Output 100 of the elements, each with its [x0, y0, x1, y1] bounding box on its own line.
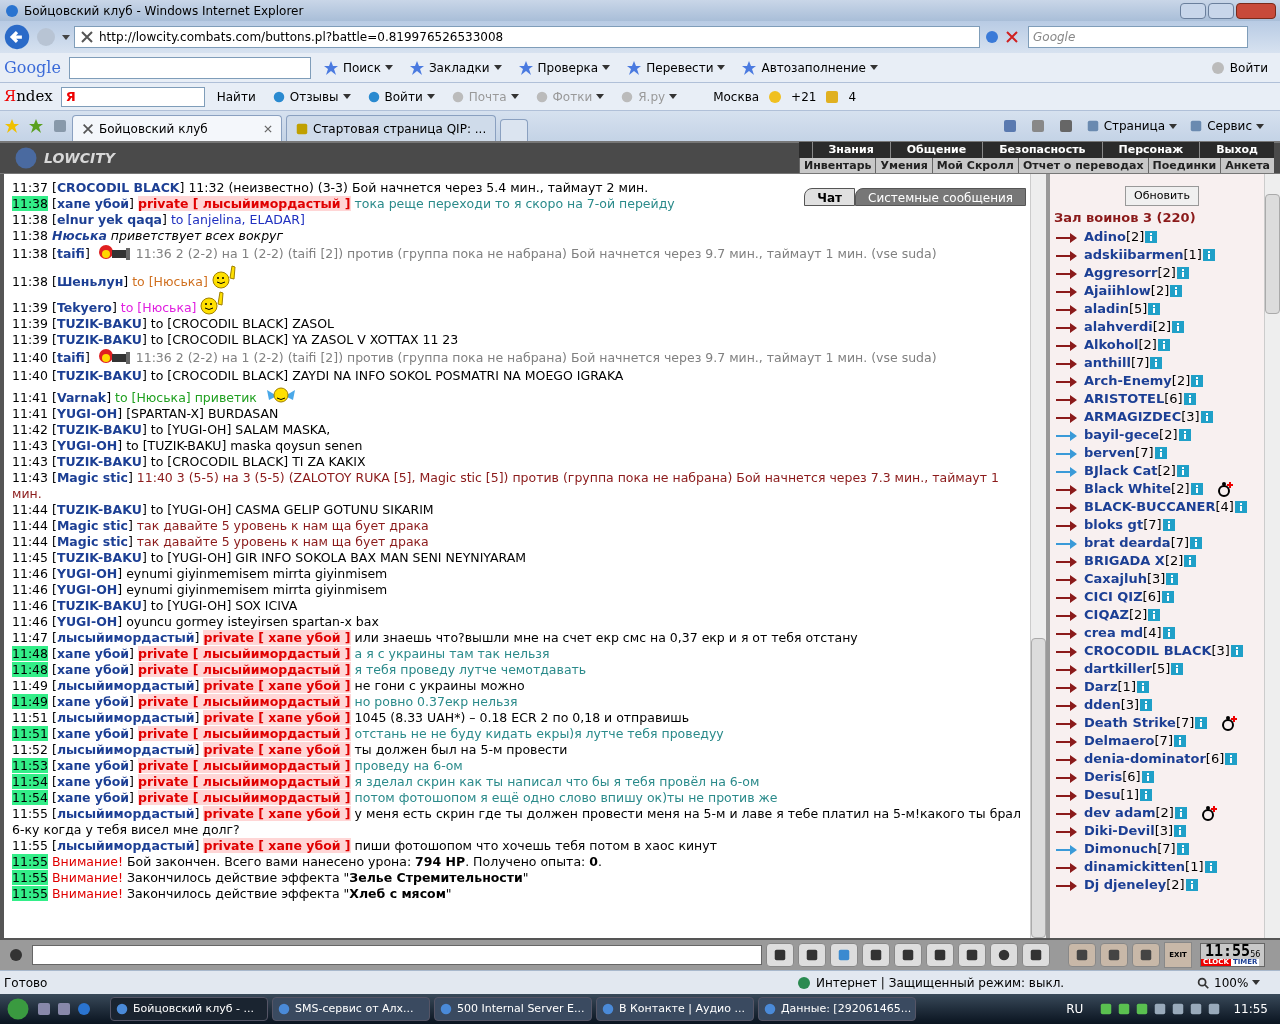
- player-name[interactable]: CIQAZ: [1084, 604, 1129, 625]
- player-name[interactable]: dinamickitten: [1084, 856, 1186, 877]
- info-icon[interactable]: [1174, 806, 1187, 819]
- player-name[interactable]: Arch-Enemy: [1084, 370, 1172, 391]
- tab-grid-icon[interactable]: [52, 118, 68, 134]
- taskbar-button[interactable]: SMS-сервис от Алх...: [272, 997, 430, 1021]
- scrollbar[interactable]: [1264, 174, 1280, 938]
- window-switch-icon[interactable]: [56, 1001, 72, 1017]
- player-name[interactable]: ARMAGIZDEC: [1084, 406, 1182, 427]
- speaker-head-icon[interactable]: [8, 947, 24, 963]
- clock-text[interactable]: 11:55: [1233, 1000, 1268, 1018]
- taskbar-button[interactable]: Бойцовский клуб - ...: [110, 997, 268, 1021]
- find-button[interactable]: Найти: [212, 87, 260, 106]
- close-button[interactable]: [1236, 2, 1276, 19]
- info-icon[interactable]: [1202, 248, 1215, 261]
- info-icon[interactable]: [1204, 860, 1217, 873]
- info-icon[interactable]: [1170, 284, 1183, 297]
- player-name[interactable]: Black White: [1084, 478, 1172, 499]
- info-icon[interactable]: [1162, 518, 1175, 531]
- player-name[interactable]: denia-dominator: [1084, 748, 1206, 769]
- scrollbar[interactable]: [1030, 174, 1046, 938]
- toolbar-button[interactable]: Отзывы: [267, 87, 355, 106]
- info-icon[interactable]: [1190, 482, 1203, 495]
- info-icon[interactable]: [1174, 824, 1187, 837]
- volume-icon[interactable]: [1207, 1002, 1222, 1016]
- player-name[interactable]: dartkiller: [1084, 658, 1152, 679]
- sound-icon[interactable]: [965, 948, 979, 962]
- player-name[interactable]: Desu: [1084, 784, 1121, 805]
- info-icon[interactable]: [1171, 662, 1184, 675]
- money-bag-icon[interactable]: [1075, 948, 1089, 962]
- chat-tab[interactable]: Чат: [804, 188, 856, 206]
- player-name[interactable]: Dimonuch: [1084, 838, 1158, 859]
- player-name[interactable]: brat dearda: [1084, 532, 1171, 553]
- yandex-search-field[interactable]: Я: [60, 86, 205, 107]
- favorites-star-icon[interactable]: [4, 118, 20, 134]
- info-icon[interactable]: [1148, 302, 1161, 315]
- player-name[interactable]: berven: [1084, 442, 1136, 463]
- info-icon[interactable]: [1176, 464, 1189, 477]
- filter-icon[interactable]: [837, 948, 851, 962]
- info-icon[interactable]: [1225, 752, 1238, 765]
- player-name[interactable]: bloks gt: [1084, 514, 1144, 535]
- browser-tab[interactable]: Бойцовский клуб: [72, 115, 282, 141]
- player-name[interactable]: BRIGADA X: [1084, 550, 1165, 571]
- player-name[interactable]: Caxajluh: [1084, 568, 1147, 589]
- search-field[interactable]: Google: [1028, 26, 1248, 48]
- command-button[interactable]: Страница: [1085, 117, 1178, 135]
- browser-icon[interactable]: [76, 1001, 92, 1017]
- eraser-icon[interactable]: [805, 948, 819, 962]
- tray-icon[interactable]: [1135, 1002, 1150, 1016]
- sender-name[interactable]: [Шеньлун]: [52, 274, 129, 289]
- toolbar-button[interactable]: Закладки: [404, 58, 506, 77]
- info-icon[interactable]: [1162, 626, 1175, 639]
- info-icon[interactable]: [1141, 770, 1154, 783]
- info-icon[interactable]: [1178, 428, 1191, 441]
- locked-door-icon[interactable]: [1139, 948, 1153, 962]
- caret-icon[interactable]: [62, 34, 70, 40]
- sender-name[interactable]: [Tekyero]: [52, 300, 117, 315]
- player-name[interactable]: dden: [1084, 694, 1121, 715]
- helmet-icon[interactable]: [1029, 948, 1043, 962]
- info-icon[interactable]: [1172, 320, 1185, 333]
- sign-in-button[interactable]: Войти: [1201, 58, 1276, 77]
- info-icon[interactable]: [1234, 500, 1247, 513]
- gear-face-icon[interactable]: [1107, 948, 1121, 962]
- player-name[interactable]: Dj djeneley: [1084, 874, 1167, 895]
- runner-icon[interactable]: [901, 948, 915, 962]
- info-icon[interactable]: [1154, 446, 1167, 459]
- toolbar-button[interactable]: Войти: [362, 87, 439, 106]
- player-name[interactable]: ARISTOTEL: [1084, 388, 1165, 409]
- stop-icon[interactable]: [1004, 29, 1020, 45]
- zoom-button[interactable]: 100%: [1196, 973, 1276, 992]
- player-name[interactable]: Diki-Devil: [1084, 820, 1155, 841]
- google-search-field[interactable]: [68, 56, 311, 79]
- info-icon[interactable]: [1148, 608, 1161, 621]
- home-icon[interactable]: [1001, 118, 1018, 134]
- language-indicator[interactable]: RU: [1066, 1000, 1084, 1018]
- taskbar-button[interactable]: 500 Internal Server E...: [434, 997, 592, 1021]
- info-icon[interactable]: [1195, 716, 1208, 729]
- network-icon[interactable]: [1189, 1002, 1204, 1016]
- command-button[interactable]: Сервис: [1189, 117, 1264, 135]
- toolbar-button[interactable]: Перевести: [622, 58, 730, 77]
- toolbar-button[interactable]: Поиск: [318, 58, 397, 77]
- info-icon[interactable]: [1191, 374, 1204, 387]
- info-icon[interactable]: [1166, 572, 1179, 585]
- player-name[interactable]: dev adam: [1084, 802, 1156, 823]
- sender-name[interactable]: [taifi]: [52, 245, 90, 261]
- player-name[interactable]: Adino: [1084, 226, 1126, 247]
- player-name[interactable]: Ajaiihlow: [1084, 280, 1151, 301]
- player-name[interactable]: Deris: [1084, 766, 1123, 787]
- info-icon[interactable]: [1230, 644, 1243, 657]
- chat-input[interactable]: [32, 945, 762, 965]
- chat-tab[interactable]: Системные сообщения: [855, 188, 1026, 206]
- minimize-button[interactable]: [1180, 2, 1206, 19]
- feed-icon[interactable]: [1029, 118, 1046, 134]
- desktop-icon[interactable]: [36, 1001, 52, 1017]
- player-name[interactable]: aladin: [1084, 298, 1130, 319]
- sender-name[interactable]: [taifi]: [52, 349, 90, 365]
- info-icon[interactable]: [1162, 590, 1175, 603]
- info-icon[interactable]: [1136, 680, 1149, 693]
- monitor-icon[interactable]: [869, 948, 883, 962]
- player-name[interactable]: CROCODIL BLACK: [1084, 640, 1212, 661]
